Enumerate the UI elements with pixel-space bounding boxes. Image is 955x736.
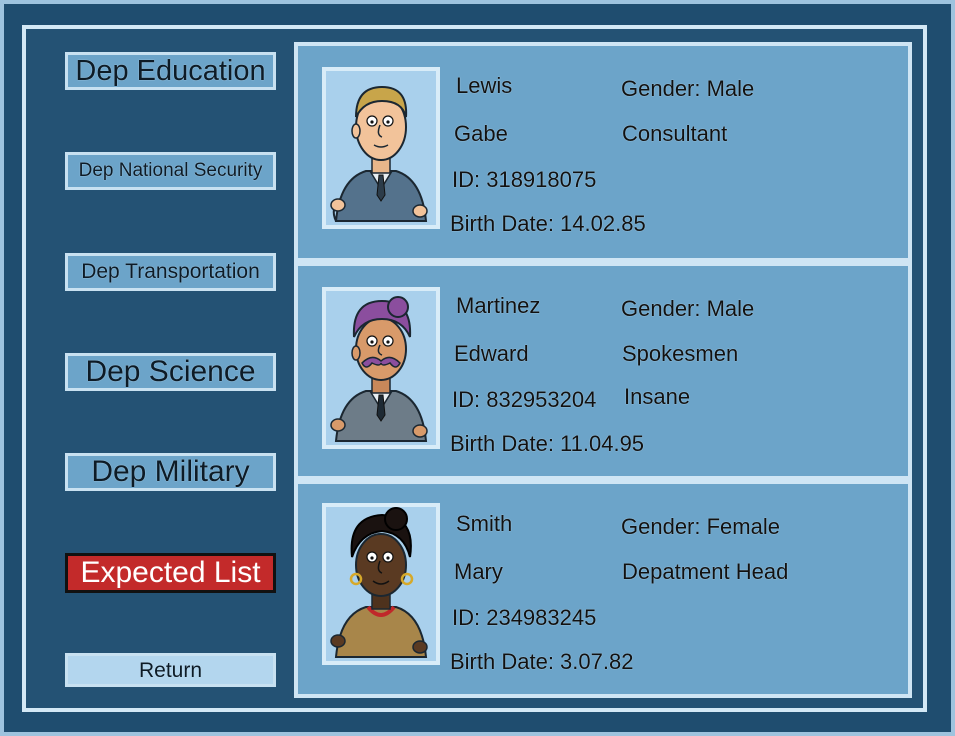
person-portrait — [322, 287, 440, 449]
person-first-name: Mary — [454, 559, 503, 584]
dep-national-security-button[interactable]: Dep National Security — [65, 152, 276, 190]
person-id: ID: 318918075 — [452, 167, 597, 192]
person-card[interactable]: Smith Mary ID: 234983245 Birth Date: 3.0… — [294, 480, 912, 698]
person-first-name: Edward — [454, 341, 529, 366]
person-status: Insane — [624, 384, 691, 409]
person-role: Spokesmen — [622, 341, 739, 366]
person-gender: Gender: Male — [621, 296, 755, 321]
person-surname: Lewis — [456, 73, 513, 98]
person-surname: Smith — [456, 511, 513, 536]
person-birth-date: Birth Date: 11.04.95 — [450, 431, 645, 456]
person-role: Depatment Head — [622, 559, 789, 584]
person-surname: Martinez — [456, 293, 541, 318]
person-gender: Gender: Male — [621, 76, 755, 101]
person-card[interactable]: Lewis Gabe ID: 318918075 Birth Date: 14.… — [294, 42, 912, 262]
dep-education-button[interactable]: Dep Education — [65, 52, 276, 90]
expected-list-button[interactable]: Expected List — [65, 553, 276, 593]
dep-transportation-button[interactable]: Dep Transportation — [65, 253, 276, 291]
person-gender: Gender: Female — [621, 514, 780, 539]
person-birth-date: Birth Date: 3.07.82 — [450, 649, 634, 674]
person-card[interactable]: Martinez Edward ID: 832953204 Birth Date… — [294, 262, 912, 480]
person-birth-date: Birth Date: 14.02.85 — [450, 211, 646, 236]
person-role: Consultant — [622, 121, 728, 146]
person-portrait — [322, 67, 440, 229]
person-id: ID: 832953204 — [452, 387, 597, 412]
person-id: ID: 234983245 — [452, 605, 597, 630]
dep-science-button[interactable]: Dep Science — [65, 353, 276, 391]
return-button[interactable]: Return — [65, 653, 276, 687]
person-portrait — [322, 503, 440, 665]
person-first-name: Gabe — [454, 121, 508, 146]
dep-military-button[interactable]: Dep Military — [65, 453, 276, 491]
